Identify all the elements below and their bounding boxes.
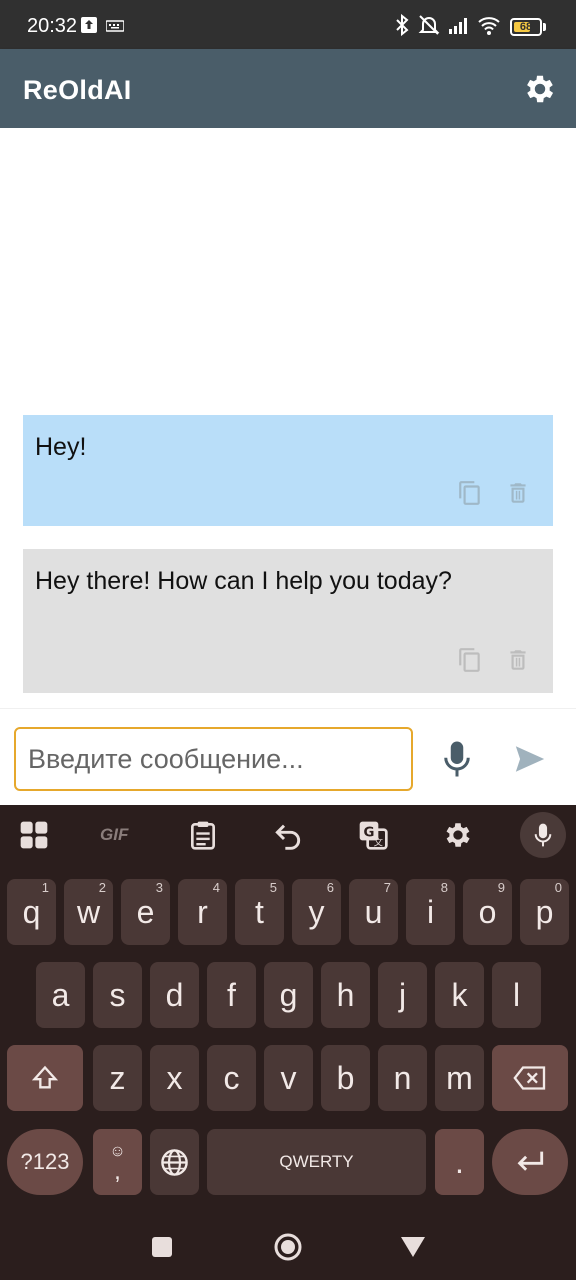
message-input[interactable] [14, 727, 413, 791]
back-icon[interactable] [400, 1236, 426, 1258]
muted-bell-icon [418, 15, 440, 35]
key[interactable]: i8 [406, 879, 455, 945]
copy-icon[interactable] [457, 647, 483, 673]
soft-keyboard: GIF G 文 q1 w2 e3 r4 t5 y6 u 7 i 8 o 9 p … [0, 805, 576, 1280]
assistant-message: Hey there! How can I help you today? [23, 549, 553, 693]
app-bar: ReOldAI [0, 49, 576, 128]
undo-icon[interactable] [272, 819, 304, 851]
status-time: 20:32 [27, 15, 78, 37]
svg-text:文: 文 [374, 837, 383, 849]
gif-button[interactable]: GIF [100, 825, 140, 857]
key[interactable]: p0 [520, 879, 569, 945]
bluetooth-icon [396, 13, 409, 37]
key[interactable]: c [207, 1045, 256, 1111]
enter-icon [517, 1151, 544, 1171]
key[interactable]: v [264, 1045, 313, 1111]
message-text: Hey! [35, 433, 87, 461]
translate-icon[interactable]: G 文 [357, 819, 389, 851]
key[interactable]: n [378, 1045, 427, 1111]
message-text: Hey there! How can I help you today? [35, 567, 452, 595]
symbols-key[interactable]: ?123 [7, 1129, 83, 1195]
key[interactable]: o9 [463, 879, 512, 945]
chat-area[interactable]: Hey! Hey there! How can I help you today… [0, 128, 576, 708]
microphone-icon [534, 823, 552, 847]
user-message: Hey! [23, 415, 553, 526]
send-icon[interactable] [512, 742, 548, 776]
settings-gear-icon[interactable] [522, 71, 558, 107]
apps-grid-icon[interactable] [18, 819, 50, 851]
period-key[interactable]: . [435, 1129, 484, 1195]
key[interactable]: j [378, 962, 427, 1028]
delete-icon[interactable] [505, 647, 531, 673]
wifi-icon [478, 17, 500, 35]
key[interactable]: w2 [64, 879, 113, 945]
battery-icon: 68 [510, 18, 542, 36]
home-icon[interactable] [273, 1232, 303, 1262]
recent-apps-icon[interactable] [151, 1236, 173, 1258]
key[interactable]: y6 [292, 879, 341, 945]
space-key[interactable]: QWERTY [207, 1129, 426, 1195]
key[interactable]: r4 [178, 879, 227, 945]
shift-key[interactable] [7, 1045, 83, 1111]
key[interactable]: b [321, 1045, 370, 1111]
key[interactable]: a [36, 962, 85, 1028]
key[interactable]: d [150, 962, 199, 1028]
copy-icon[interactable] [457, 480, 483, 506]
app-title: ReOldAI [23, 75, 132, 105]
language-key[interactable] [150, 1129, 199, 1195]
key[interactable]: f [207, 962, 256, 1028]
navigation-bar [0, 1215, 576, 1280]
key[interactable]: k [435, 962, 484, 1028]
keyboard-notification-icon [106, 20, 124, 32]
key[interactable]: m [435, 1045, 484, 1111]
key[interactable]: e3 [121, 879, 170, 945]
message-input-bar [0, 708, 576, 806]
backspace-icon [513, 1066, 546, 1090]
key[interactable]: q1 [7, 879, 56, 945]
status-bar: 20:32 68 [0, 0, 576, 49]
microphone-icon[interactable] [442, 739, 472, 779]
emoji-comma-key[interactable]: ☺ , [93, 1129, 142, 1195]
key[interactable]: s [93, 962, 142, 1028]
key[interactable]: h [321, 962, 370, 1028]
keyboard-toolbar: GIF G 文 [0, 805, 576, 869]
backspace-key[interactable] [492, 1045, 568, 1111]
keyboard-settings-icon[interactable] [442, 819, 474, 851]
key[interactable]: u7 [349, 879, 398, 945]
shift-icon [31, 1065, 59, 1089]
delete-icon[interactable] [505, 480, 531, 506]
voice-input-button[interactable] [520, 812, 566, 858]
key[interactable]: z [93, 1045, 142, 1111]
clipboard-icon[interactable] [187, 819, 219, 851]
key[interactable]: l [492, 962, 541, 1028]
upload-notification-icon [81, 17, 97, 33]
key[interactable]: t5 [235, 879, 284, 945]
globe-icon [161, 1149, 188, 1176]
key[interactable]: g [264, 962, 313, 1028]
enter-key[interactable] [492, 1129, 568, 1195]
signal-icon [449, 18, 467, 34]
key[interactable]: x [150, 1045, 199, 1111]
